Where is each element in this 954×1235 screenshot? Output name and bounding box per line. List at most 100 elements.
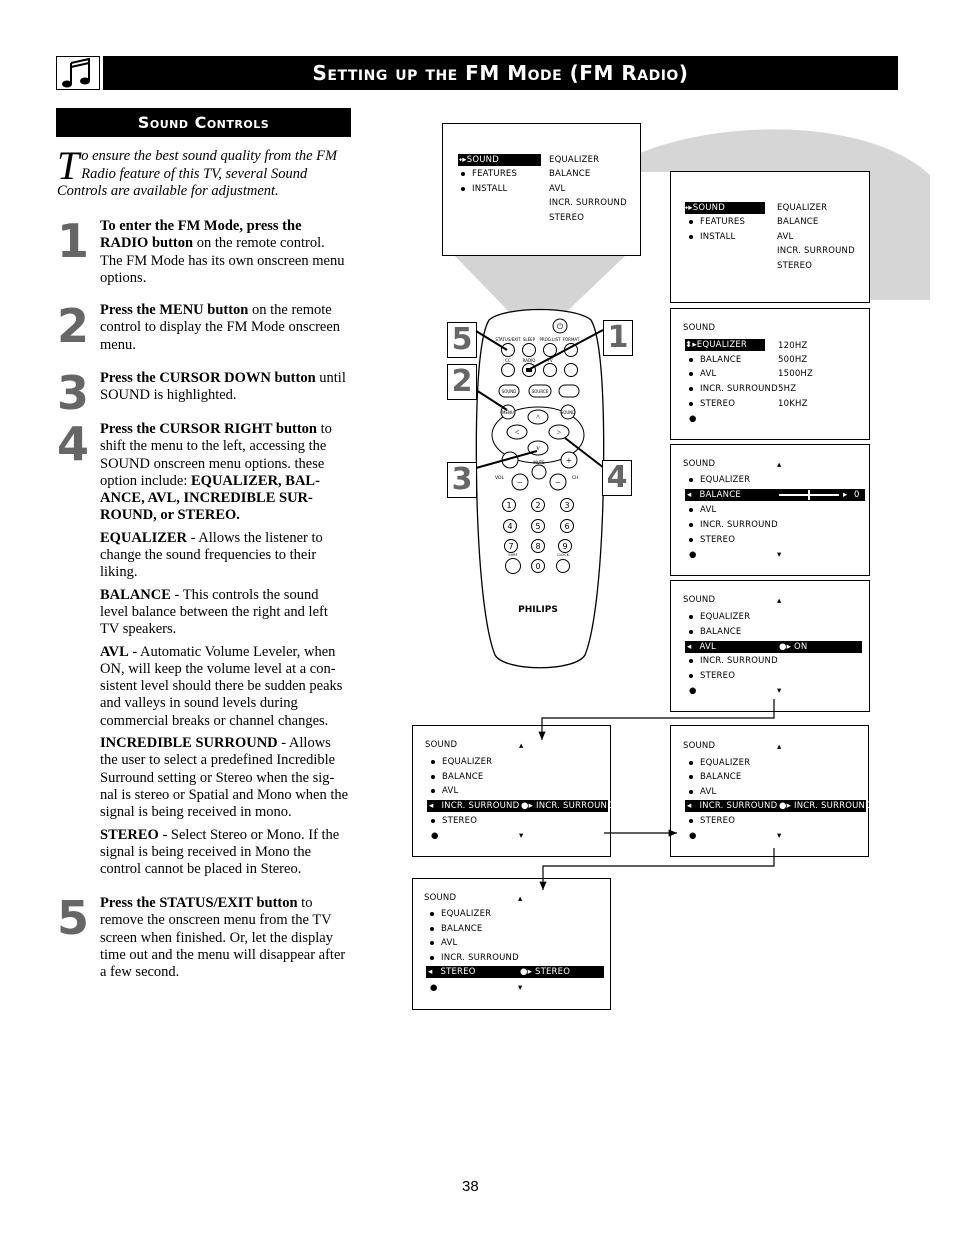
vol-up-button[interactable]	[501, 451, 519, 469]
format-label: FORMAT	[563, 337, 580, 342]
menu-item-stereo: STEREO	[689, 398, 735, 410]
minus-icon: −	[555, 478, 561, 489]
scroll-down-icon: ▾	[777, 831, 782, 841]
surround-value: ●▸ INCR. SURROUND	[521, 801, 614, 811]
cc-button[interactable]	[501, 363, 515, 377]
auto-sound-label: SOUND	[502, 389, 517, 394]
menu-item-equalizer: ⬍▸EQUALIZER	[685, 339, 765, 351]
digit-label: 8	[535, 542, 540, 551]
menu-item-balance: BALANCE	[689, 354, 741, 366]
scroll-icon: ●	[689, 831, 697, 841]
scroll-down-icon: ▾	[777, 686, 782, 696]
menu-item-balance: BALANCE	[689, 771, 741, 783]
osd-equalizer: SOUND ⬍▸EQUALIZER BALANCE AVL INCR. SURR…	[670, 308, 870, 440]
brand-logo: PHILIPS	[518, 605, 558, 615]
menu-item-avl: AVL	[689, 368, 716, 380]
stereo-value: ●▸ STEREO	[520, 967, 571, 977]
submenu-item: EQUALIZER	[777, 203, 828, 213]
cc-label: CC	[505, 358, 511, 363]
scroll-up-icon: ▴	[519, 741, 524, 751]
osd-main-menu: ⬩▸SOUND FEATURES INSTALL EQUALIZER BALAN…	[442, 123, 641, 256]
digit-label: 4	[507, 522, 512, 531]
prog-list-button[interactable]	[543, 343, 557, 357]
menu-item-stereo: STEREO	[431, 815, 477, 827]
callout-5: 5	[447, 322, 477, 358]
submenu-item: INCR. SURROUND	[777, 246, 855, 256]
prog-list-label: PROG.LIST	[539, 337, 561, 342]
scroll-down-icon: ▾	[518, 983, 523, 993]
eq-value: 500HZ	[778, 355, 808, 365]
sleep-label: SLEEP	[523, 337, 536, 342]
menu-item-features: FEATURES	[461, 168, 517, 180]
submenu-item: INCR. SURROUND	[549, 198, 627, 208]
digit-label: 7	[508, 542, 513, 551]
status-exit-button[interactable]	[501, 343, 515, 357]
surf-button[interactable]	[505, 558, 521, 574]
callout-4: 4	[602, 460, 632, 496]
eq-value: 1500HZ	[778, 369, 814, 379]
clock-label: CLOCK	[557, 553, 569, 557]
menu-item-stereo: STEREO	[689, 670, 735, 682]
ch-label: CH	[572, 475, 579, 481]
format-button[interactable]	[564, 343, 578, 357]
tv-button[interactable]	[543, 363, 557, 377]
chevron-down-icon: v	[536, 444, 540, 452]
eq-value: 10KHZ	[778, 399, 808, 409]
menu-item-avl: AVL	[431, 785, 458, 797]
menu-item-sound: ⬩▸SOUND	[458, 154, 541, 166]
menu-item-balance: BALANCE	[431, 771, 483, 783]
menu-item-balance: ◂ BALANCE ▸ 0	[685, 489, 865, 501]
blank-button[interactable]	[564, 363, 578, 377]
osd-surround-1: SOUND ▴ EQUALIZER BALANCE AVL ◂ INCR. SUR…	[412, 725, 614, 857]
scroll-icon: ●	[430, 983, 438, 993]
menu-item-surround: INCR. SURROUND	[430, 952, 519, 964]
submenu-item: BALANCE	[777, 217, 819, 227]
osd-main-menu-2: ⬩▸SOUND FEATURES INSTALL EQUALIZER BALAN…	[670, 171, 870, 303]
chevron-up-icon: ^	[536, 413, 540, 422]
menu-item-surround: INCR. SURROUND	[689, 655, 778, 667]
menu-item-equalizer: EQUALIZER	[430, 908, 491, 920]
mute-button[interactable]	[531, 464, 547, 480]
osd-avl: SOUND ▴ EQUALIZER BALANCE ◂ AVL ●▸ ON INC…	[670, 580, 870, 712]
menu-item-features: FEATURES	[689, 216, 745, 228]
right-arrow-icon: ▸	[843, 490, 848, 500]
scroll-icon: ●	[689, 686, 697, 696]
osd-title: SOUND	[424, 893, 457, 903]
auto-picture-button[interactable]	[558, 384, 580, 398]
menu-item-stereo: STEREO	[689, 534, 735, 546]
osd-surround-2: SOUND ▴ EQUALIZER BALANCE AVL ◂ INCR. SUR…	[670, 725, 872, 857]
menu-item-install: INSTALL	[461, 183, 507, 195]
balance-slider-knob[interactable]	[808, 490, 810, 500]
scroll-icon: ●	[689, 550, 697, 560]
digit-label: 2	[535, 501, 540, 510]
status-exit-label: STATUS/EXIT	[495, 337, 521, 342]
avl-value: ●▸ ON	[779, 642, 808, 652]
minus-icon: −	[517, 478, 523, 489]
osd-title: SOUND	[683, 741, 716, 751]
submenu-item: AVL	[777, 232, 794, 242]
menu-label: MENU	[502, 410, 514, 415]
radio-icon	[526, 368, 532, 372]
sound-label: SOUND	[561, 410, 576, 415]
menu-item-surround: INCR. SURROUND	[689, 519, 778, 531]
callout-3: 3	[447, 462, 477, 498]
menu-item-stereo: STEREO	[689, 815, 735, 827]
scroll-icon: ●	[689, 414, 697, 424]
submenu-item: STEREO	[549, 213, 585, 223]
menu-item-avl: AVL	[430, 937, 457, 949]
scroll-down-icon: ▾	[777, 550, 782, 560]
menu-item-stereo: ◂ STEREO ●▸ STEREO	[426, 966, 604, 978]
chevron-right-icon: >	[557, 428, 562, 437]
clock-button[interactable]	[556, 559, 570, 573]
osd-title: SOUND	[425, 740, 458, 750]
submenu-item: BALANCE	[549, 169, 591, 179]
menu-item-equalizer: EQUALIZER	[689, 474, 750, 486]
surf-label: SURF	[508, 553, 517, 557]
digit-label: 3	[564, 501, 569, 510]
sleep-button[interactable]	[522, 343, 536, 357]
osd-title: SOUND	[683, 595, 716, 605]
scroll-up-icon: ▴	[777, 596, 782, 606]
submenu-item: STEREO	[777, 261, 813, 271]
balance-value: 0	[854, 490, 860, 500]
tv-label: TV	[546, 358, 552, 363]
